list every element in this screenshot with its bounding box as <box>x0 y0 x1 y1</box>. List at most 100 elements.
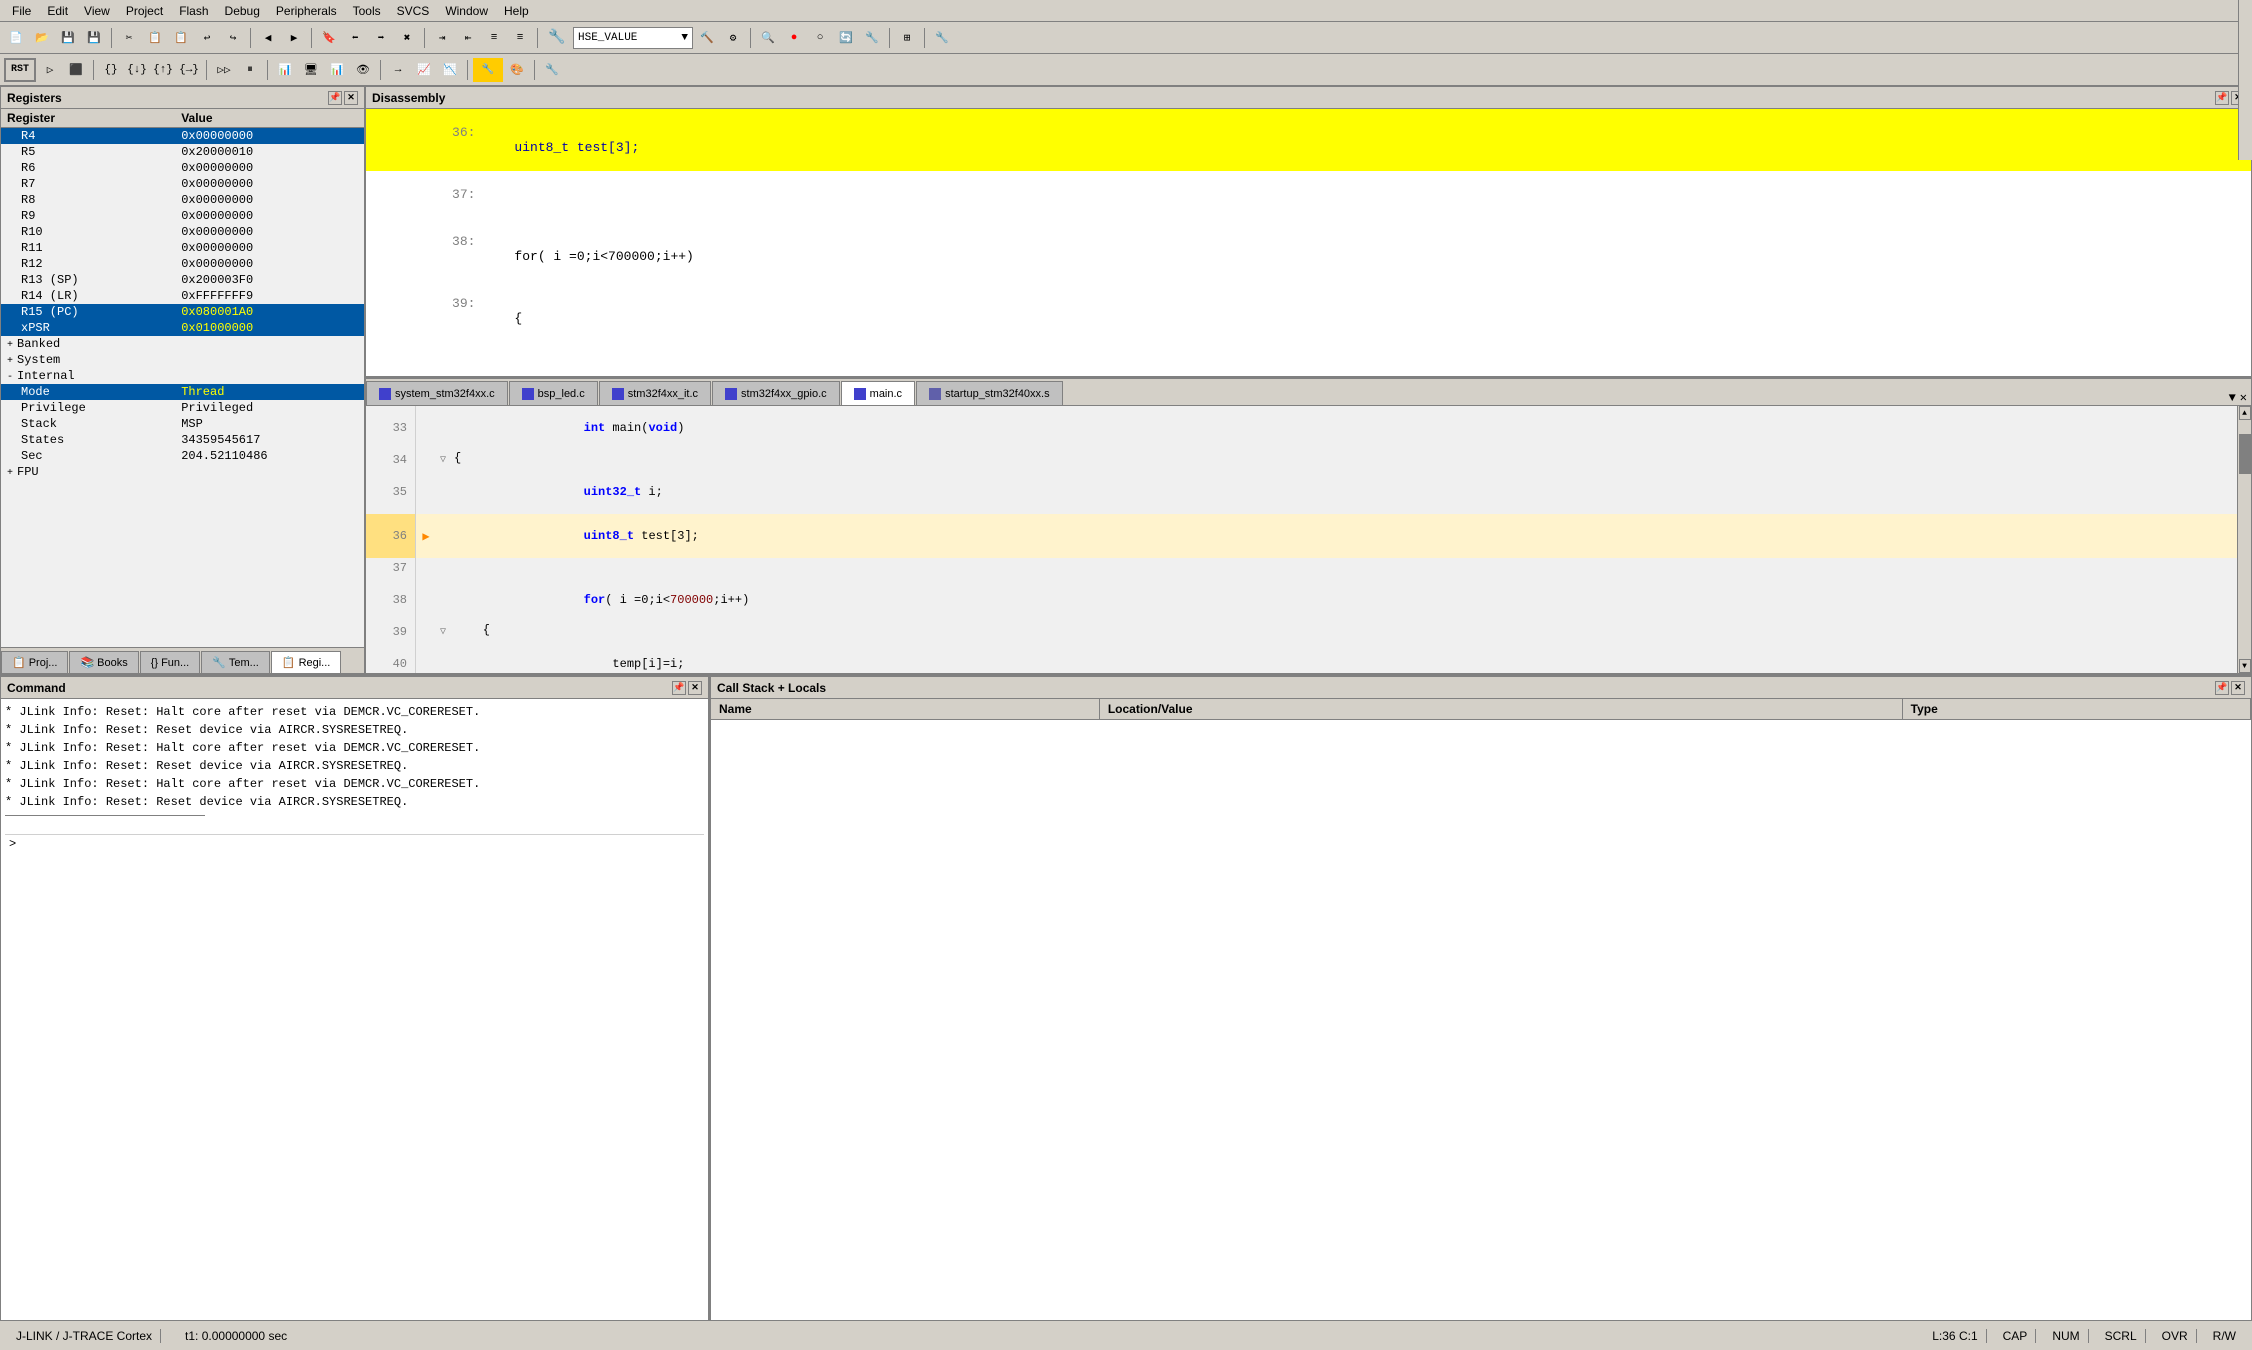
copy-btn[interactable]: 📋 <box>143 26 167 50</box>
config-btn[interactable]: 🔧 <box>473 58 503 82</box>
nav-fwd-btn[interactable]: ▶ <box>282 26 306 50</box>
menu-window[interactable]: Window <box>437 2 496 20</box>
misc-btn[interactable]: 🔧 <box>860 26 884 50</box>
pause-btn[interactable]: ⏸ <box>238 58 262 82</box>
menu-view[interactable]: View <box>76 2 118 20</box>
tab-system-stm32[interactable]: system_stm32f4xx.c <box>366 381 508 405</box>
rst-btn[interactable]: RST <box>4 58 36 82</box>
tab-regi[interactable]: 📋 Regi... <box>271 651 342 673</box>
tab-list-icon[interactable]: ▼ <box>2229 391 2236 405</box>
tab-tem[interactable]: 🔧 Tem... <box>201 651 270 673</box>
editor-scrollbar[interactable]: ▲ ▼ <box>2237 406 2251 673</box>
fold-34[interactable]: ▽ <box>436 450 450 470</box>
reg-row[interactable]: R90x00000000 <box>1 208 364 224</box>
new-file-btn[interactable]: 📄 <box>4 26 28 50</box>
list-btn[interactable]: ≡ <box>482 26 506 50</box>
disp2-btn[interactable]: 📊 <box>325 58 349 82</box>
palette-btn[interactable]: 🎨 <box>505 58 529 82</box>
disp-btn[interactable]: 🖥 <box>299 58 323 82</box>
scroll-down-arrow[interactable]: ▼ <box>2239 659 2251 673</box>
menu-peripherals[interactable]: Peripherals <box>268 2 345 20</box>
bookmark-btn[interactable]: 🔖 <box>317 26 341 50</box>
reg-row[interactable]: +FPU <box>1 464 364 480</box>
reg-row[interactable]: ModeThread <box>1 384 364 400</box>
step3-btn[interactable]: 📉 <box>438 58 462 82</box>
tool-btn[interactable]: 🔧 <box>930 26 954 50</box>
reg-row[interactable]: R14 (LR)0xFFFFFFF9 <box>1 288 364 304</box>
arrow-btn[interactable]: → <box>386 58 410 82</box>
menu-debug[interactable]: Debug <box>217 2 268 20</box>
menu-tools[interactable]: Tools <box>345 2 389 20</box>
grid-btn[interactable]: ⊞ <box>895 26 919 50</box>
cmd-input[interactable] <box>20 837 700 851</box>
circle-btn[interactable]: ○ <box>808 26 832 50</box>
disp3-btn[interactable]: 📈 <box>412 58 436 82</box>
watch-btn[interactable]: 👁 <box>351 58 375 82</box>
menu-flash[interactable]: Flash <box>171 2 216 20</box>
tab-fun[interactable]: {} Fun... <box>140 651 200 673</box>
settings-btn[interactable]: ⚙ <box>721 26 745 50</box>
registers-scroll[interactable]: Register Value R40x00000000R50x20000010R… <box>1 109 364 647</box>
save-all-btn[interactable]: 💾 <box>82 26 106 50</box>
red-dot-btn[interactable]: ● <box>782 26 806 50</box>
tab-proj[interactable]: 📋 Proj... <box>1 651 68 673</box>
fold-39[interactable]: ▽ <box>436 622 450 642</box>
clear-bookmarks-btn[interactable]: ✖ <box>395 26 419 50</box>
reg-row[interactable]: R13 (SP)0x200003F0 <box>1 272 364 288</box>
cs-close-btn[interactable]: ✕ <box>2231 681 2245 695</box>
build-btn[interactable]: 🔨 <box>695 26 719 50</box>
redo-btn[interactable]: ↪ <box>221 26 245 50</box>
reg-row[interactable]: -Internal <box>1 368 364 384</box>
indent-btn[interactable]: ⇥ <box>430 26 454 50</box>
scroll-up-arrow[interactable]: ▲ <box>2239 406 2251 420</box>
menu-file[interactable]: File <box>4 2 39 20</box>
target-dropdown[interactable]: HSE_VALUE ▼ <box>573 27 693 49</box>
debug-btn[interactable]: ▷ <box>38 58 62 82</box>
tab-stm32-it[interactable]: stm32f4xx_it.c <box>599 381 711 405</box>
code-lines[interactable]: 33 int main(void) 34 ▽ { <box>366 406 2237 673</box>
paste-btn[interactable]: 📋 <box>169 26 193 50</box>
prev-bookmark-btn[interactable]: ⬅ <box>343 26 367 50</box>
reg-row[interactable]: R120x00000000 <box>1 256 364 272</box>
registers-close-btn[interactable]: ✕ <box>344 91 358 105</box>
stop-btn[interactable]: ⬛ <box>64 58 88 82</box>
menu-project[interactable]: Project <box>118 2 171 20</box>
reg-row[interactable]: States34359545617 <box>1 432 364 448</box>
reg-row[interactable]: R60x00000000 <box>1 160 364 176</box>
tab-books[interactable]: 📚 Books <box>69 651 138 673</box>
reg-row[interactable]: R110x00000000 <box>1 240 364 256</box>
run-to-btn[interactable]: {→} <box>177 58 201 82</box>
undo-btn[interactable]: ↩ <box>195 26 219 50</box>
menu-edit[interactable]: Edit <box>39 2 76 20</box>
reg-row[interactable]: Sec204.52110486 <box>1 448 364 464</box>
cs-pin-btn[interactable]: 📌 <box>2215 681 2229 695</box>
registers-pin-btn[interactable]: 📌 <box>328 91 342 105</box>
reg-row[interactable]: R70x00000000 <box>1 176 364 192</box>
next-bookmark-btn[interactable]: ➡ <box>369 26 393 50</box>
save-btn[interactable]: 💾 <box>56 26 80 50</box>
search-btn[interactable]: 🔍 <box>756 26 780 50</box>
reg-row[interactable]: StackMSP <box>1 416 364 432</box>
reg-row[interactable]: R40x00000000 <box>1 128 364 145</box>
tab-bsp-led[interactable]: bsp_led.c <box>509 381 598 405</box>
reg-row[interactable]: R80x00000000 <box>1 192 364 208</box>
wrench-btn[interactable]: 🔧 <box>540 58 564 82</box>
menu-svcs[interactable]: SVCS <box>389 2 438 20</box>
tab-gpio[interactable]: stm32f4xx_gpio.c <box>712 381 840 405</box>
tab-startup[interactable]: startup_stm32f40xx.s <box>916 381 1063 405</box>
step-in-btn[interactable]: {↓} <box>125 58 149 82</box>
reg-row[interactable]: xPSR0x01000000 <box>1 320 364 336</box>
mem-btn[interactable]: 📊 <box>273 58 297 82</box>
reg-row[interactable]: R50x20000010 <box>1 144 364 160</box>
nav-back-btn[interactable]: ◀ <box>256 26 280 50</box>
run-btn[interactable]: ▷▷ <box>212 58 236 82</box>
scroll-thumb[interactable] <box>2239 434 2251 474</box>
reg-row[interactable]: +Banked <box>1 336 364 352</box>
step-out-btn[interactable]: {↑} <box>151 58 175 82</box>
refresh-btn[interactable]: 🔄 <box>834 26 858 50</box>
cut-btn[interactable]: ✂ <box>117 26 141 50</box>
reg-row[interactable]: R15 (PC)0x080001A0 <box>1 304 364 320</box>
cmd-close-btn[interactable]: ✕ <box>688 681 702 695</box>
reg-row[interactable]: +System <box>1 352 364 368</box>
menu-help[interactable]: Help <box>496 2 537 20</box>
